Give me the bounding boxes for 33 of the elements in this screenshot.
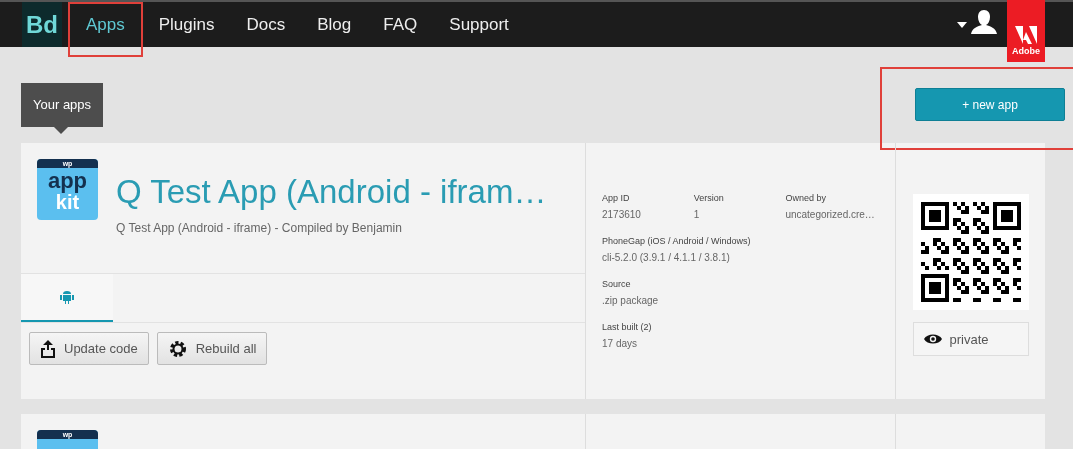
detail-label: PhoneGap (iOS / Android / Windows) xyxy=(602,236,752,246)
android-icon xyxy=(60,289,74,305)
update-code-button[interactable]: Update code xyxy=(29,332,149,365)
logo[interactable]: Bd xyxy=(22,2,62,47)
nav-link[interactable]: Apps xyxy=(68,2,143,57)
detail-value: 2173610 xyxy=(602,209,642,220)
pointer-icon xyxy=(54,127,68,134)
detail-label: App ID xyxy=(602,193,631,203)
nav-link[interactable]: Blog xyxy=(301,2,368,47)
privacy-button[interactable]: private xyxy=(912,322,1029,356)
upload-icon xyxy=(40,339,56,358)
detail-value: 1 xyxy=(693,209,701,220)
detail-label: Source xyxy=(602,279,632,289)
caret-icon[interactable] xyxy=(957,21,967,28)
nav-link[interactable]: FAQ xyxy=(367,2,434,47)
rebuild-button[interactable]: Rebuild all xyxy=(156,332,268,365)
detail-value: 17 days xyxy=(602,338,639,349)
section-label: Your apps xyxy=(21,83,104,127)
adobe-logo[interactable]: Adobe xyxy=(1007,0,1045,62)
detail-label: Last built (2) xyxy=(602,322,653,332)
nav-link[interactable]: Plugins xyxy=(142,2,231,47)
app-subtitle: Q Test App (Android - iframe) - Compiled by Benjamin xyxy=(116,221,403,235)
eye-icon xyxy=(923,333,942,345)
gear-icon xyxy=(167,338,188,359)
nav-link[interactable]: Docs xyxy=(230,2,302,47)
platform-tab[interactable] xyxy=(21,274,113,322)
detail-value: cli-5.2.0 (3.9.1 / 4.1.1 / 3.8.1) xyxy=(602,252,731,263)
user-icon[interactable] xyxy=(971,9,997,34)
detail-value: uncategorized.cre… xyxy=(785,209,876,220)
detail-label: Owned by xyxy=(785,193,827,203)
detail-value: .zip package xyxy=(602,295,660,306)
nav-link[interactable]: Support xyxy=(433,2,525,47)
detail-label: Version xyxy=(693,193,725,203)
